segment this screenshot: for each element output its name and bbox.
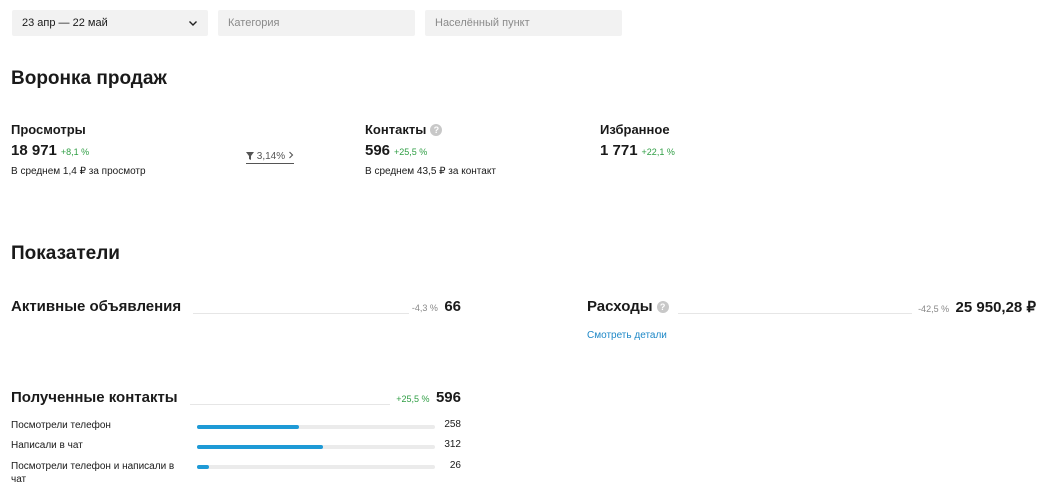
- active-ads-value: 66: [444, 298, 461, 315]
- contact-row-bar-fill: [197, 465, 209, 469]
- contact-row-value: 26: [449, 460, 461, 471]
- locality-placeholder: Населённый пункт: [435, 17, 530, 29]
- contact-row-bar: [197, 425, 435, 429]
- contact-row-label: Написали в чат: [11, 440, 83, 451]
- expenses-details-link[interactable]: Смотреть детали: [587, 330, 667, 341]
- views-delta: +8,1 %: [60, 147, 90, 157]
- contact-row-bar-fill: [197, 425, 300, 429]
- contact-row-bar-fill: [197, 445, 324, 449]
- period-select-value: 23 апр — 22 май: [22, 17, 108, 29]
- expenses-label: Расходы: [587, 298, 653, 315]
- category-input[interactable]: Категория: [218, 10, 415, 36]
- views-value: 18 971: [11, 142, 57, 159]
- views-label: Просмотры: [11, 122, 86, 137]
- expenses-value-group: -42,5 % 25 950,28 ₽: [800, 298, 1036, 317]
- expenses-value: 25 950,28 ₽: [955, 299, 1036, 316]
- contact-row: Написали в чат: [11, 439, 191, 452]
- filter-icon: [246, 151, 257, 162]
- favorites-block: Избранное 1 771 +22,1 %: [600, 122, 675, 160]
- active-ads-delta: -4,3 %: [411, 303, 438, 313]
- contacts-delta: +25,5 %: [394, 147, 428, 157]
- contacts-sub: В среднем 43,5 ₽ за контакт: [365, 166, 496, 177]
- received-contacts-delta: +25,5 %: [396, 394, 430, 404]
- period-select[interactable]: 23 апр — 22 май: [12, 10, 208, 36]
- favorites-delta: +22,1 %: [641, 147, 675, 157]
- expenses-block: Расходы?: [587, 298, 669, 315]
- contact-row-value: 258: [444, 419, 461, 430]
- contact-row-bar: [197, 465, 435, 469]
- conversion-value: 3,14%: [256, 151, 286, 162]
- question-icon[interactable]: ?: [656, 301, 669, 313]
- chevron-right-icon: [288, 151, 294, 162]
- question-icon[interactable]: ?: [430, 124, 443, 136]
- chevron-down-icon: [188, 18, 198, 28]
- views-sub: В среднем 1,4 ₽ за просмотр: [11, 166, 146, 177]
- contacts-value: 596: [365, 142, 391, 159]
- contact-row-label: Посмотрели телефон и написали в чат: [11, 461, 175, 485]
- active-ads-value-group: -4,3 % 66: [0, 298, 461, 316]
- contacts-label: Контакты: [365, 122, 427, 137]
- conversion-link[interactable]: 3,14%: [246, 146, 294, 164]
- contacts-block: Контакты? 596 +25,5 % В среднем 43,5 ₽ за…: [365, 122, 496, 177]
- contact-row-bar: [197, 445, 435, 449]
- category-placeholder: Категория: [228, 17, 280, 29]
- funnel-title: Воронка продаж: [11, 68, 167, 89]
- received-contacts-value-group: +25,5 % 596: [0, 389, 461, 407]
- contact-row: Посмотрели телефон: [11, 419, 191, 432]
- contact-row-label: Посмотрели телефон: [11, 420, 111, 431]
- contact-row: Посмотрели телефон и написали в чат: [11, 460, 191, 486]
- locality-input[interactable]: Населённый пункт: [425, 10, 622, 36]
- favorites-value: 1 771: [600, 142, 638, 159]
- indicators-title: Показатели: [11, 243, 120, 264]
- expenses-delta: -42,5 %: [918, 304, 950, 314]
- favorites-label: Избранное: [600, 122, 670, 137]
- views-block: Просмотры 18 971 +8,1 % В среднем 1,4 ₽ з…: [11, 122, 146, 177]
- contact-row-value: 312: [444, 439, 461, 450]
- received-contacts-value: 596: [435, 389, 461, 406]
